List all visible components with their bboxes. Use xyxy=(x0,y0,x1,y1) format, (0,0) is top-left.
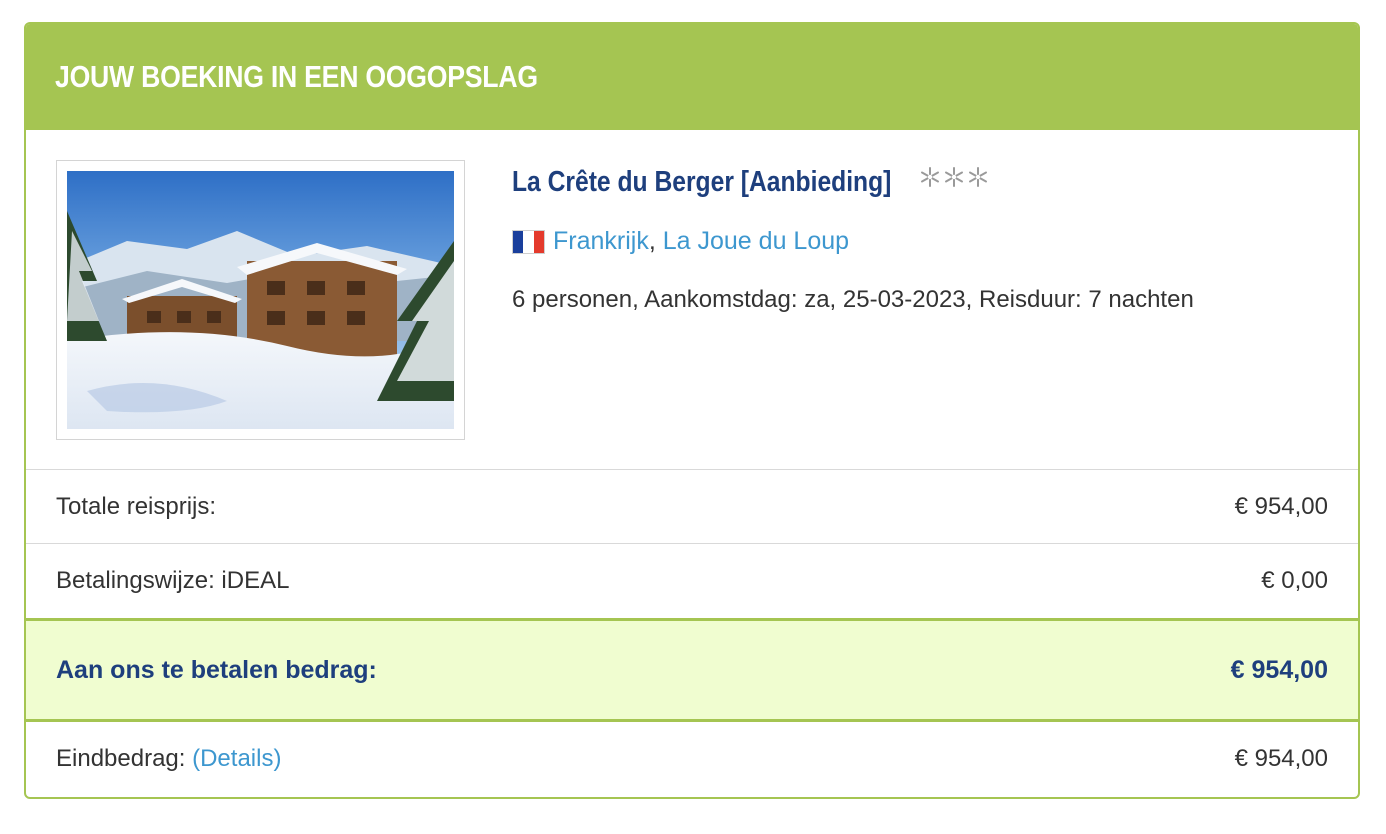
country-link[interactable]: Frankrijk xyxy=(553,227,649,256)
card-title: JOUW BOEKING IN EEN OOGOPSLAG xyxy=(55,59,538,94)
snowflake-star-icon xyxy=(921,167,939,187)
total-price-row: Totale reisprijs: € 954,00 xyxy=(26,470,1358,544)
payment-method-label: Betalingswijze: iDEAL xyxy=(56,567,290,594)
accommodation-info: La Crête du Berger [Aanbieding] Frankrij… xyxy=(512,166,1338,314)
hotel-name-link[interactable]: La Crête du Berger [Aanbieding] xyxy=(512,166,891,199)
amount-due-row: Aan ons te betalen bedrag: € 954,00 xyxy=(26,618,1358,722)
payment-method-row: Betalingswijze: iDEAL € 0,00 xyxy=(26,544,1358,618)
amount-due-value: € 954,00 xyxy=(1230,655,1328,684)
hotel-title-line: La Crête du Berger [Aanbieding] xyxy=(512,166,1338,199)
card-header: JOUW BOEKING IN EEN OOGOPSLAG xyxy=(26,24,1358,130)
location-separator: , xyxy=(648,227,656,255)
booking-summary-card: JOUW BOEKING IN EEN OOGOPSLAG La Crête d… xyxy=(24,22,1360,799)
final-amount-label: Eindbedrag: xyxy=(56,745,193,772)
france-flag-icon xyxy=(512,229,545,254)
final-amount-value: € 954,00 xyxy=(1234,745,1328,772)
payment-method-value: € 0,00 xyxy=(1261,567,1328,594)
booking-details: 6 personen, Aankomstdag: za, 25-03-2023,… xyxy=(512,286,1194,313)
details-link[interactable]: (Details) xyxy=(192,745,281,772)
total-price-value: € 954,00 xyxy=(1234,492,1328,520)
snowflake-star-icon xyxy=(945,167,963,187)
accommodation-photo[interactable] xyxy=(56,160,465,440)
star-rating xyxy=(919,166,989,188)
final-amount-label-group: Eindbedrag: (Details) xyxy=(56,745,281,773)
snowflake-star-icon xyxy=(969,167,987,187)
final-amount-row: Eindbedrag: (Details) € 954,00 xyxy=(26,722,1358,796)
accommodation-summary: La Crête du Berger [Aanbieding] Frankrij… xyxy=(26,130,1358,470)
total-price-label: Totale reisprijs: xyxy=(56,492,217,520)
snowy-chalet-photo xyxy=(67,171,454,429)
place-link[interactable]: La Joue du Loup xyxy=(663,227,849,256)
amount-due-label: Aan ons te betalen bedrag: xyxy=(56,655,377,684)
location-line: Frankrijk, La Joue du Loup xyxy=(512,227,1338,256)
